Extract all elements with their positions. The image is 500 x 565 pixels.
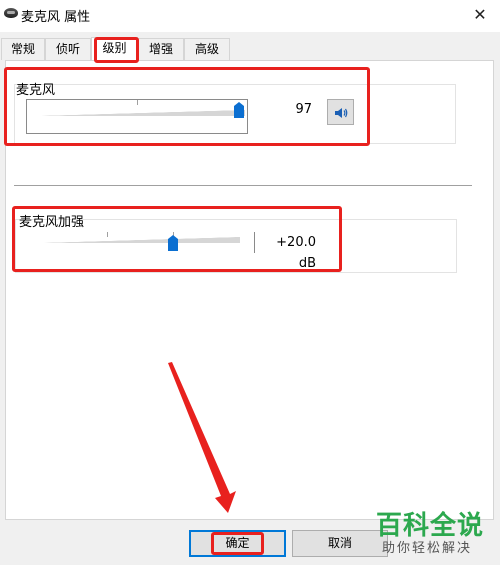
separator: [14, 185, 472, 186]
annotation-box-boost: [12, 206, 342, 272]
watermark-sub-text: 助你轻松解决: [382, 541, 473, 556]
watermark-logo: 百科全说 助你轻松解决: [370, 505, 500, 565]
microphone-app-icon: [4, 8, 18, 18]
tab-listen[interactable]: 侦听: [45, 38, 91, 60]
title-bar: 麦克风 属性 ✕: [0, 0, 500, 32]
tab-enhancements[interactable]: 增强: [138, 38, 184, 60]
annotation-box-microphone: [4, 67, 370, 146]
close-button[interactable]: ✕: [466, 2, 494, 28]
annotation-box-ok: [211, 532, 264, 555]
tab-general[interactable]: 常规: [1, 38, 45, 60]
annotation-box-levels-tab: [94, 37, 139, 63]
tab-advanced[interactable]: 高级: [184, 38, 230, 60]
window-title: 麦克风 属性: [21, 10, 91, 25]
